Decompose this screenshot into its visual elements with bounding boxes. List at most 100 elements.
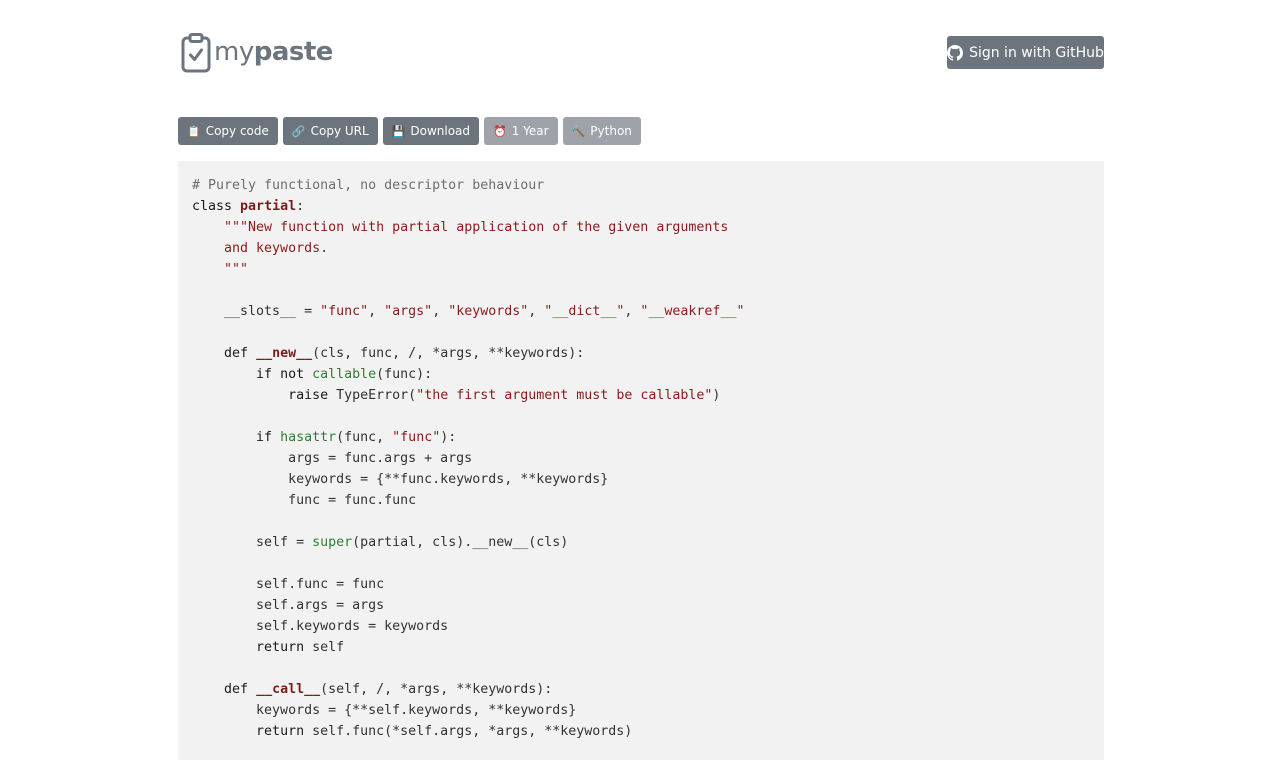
code-line: keywords = {**func.keywords, **keywords} (192, 469, 1090, 490)
code-line: self.func = func (192, 574, 1090, 595)
code-token: self.func(*self.args, *args, **keywords) (312, 724, 633, 739)
code-token: """ (192, 262, 249, 277)
code-token: def (224, 346, 257, 361)
code-token: if (256, 430, 281, 445)
code-line: __slots__ = "func", "args", "keywords", … (192, 301, 1090, 322)
download-label: Download (410, 124, 471, 138)
code-token: (func, (336, 430, 393, 445)
github-icon (947, 44, 964, 61)
code-token: class (192, 199, 241, 214)
code-token: : (296, 199, 305, 214)
code-line: # Purely functional, no descriptor behav… (192, 175, 1090, 196)
code-token: TypeError( (336, 388, 417, 403)
copy-url-button[interactable]: 🔗 Copy URL (282, 117, 378, 145)
code-token: "__weakref__" (640, 304, 745, 319)
code-line: args = func.args + args (192, 448, 1090, 469)
code-token: , (624, 304, 641, 319)
code-token: hasattr (280, 430, 337, 445)
code-token: self = (192, 535, 313, 550)
code-line: self.keywords = keywords (192, 616, 1090, 637)
code-token: self.func = func (192, 577, 385, 592)
code-line: """ (192, 259, 1090, 280)
code-line: return self.func(*self.args, *args, **ke… (192, 721, 1090, 742)
sign-in-github-button[interactable]: Sign in with GitHub (947, 36, 1104, 69)
expiry-button[interactable]: ⏰ 1 Year (484, 117, 558, 145)
floppy-disk-icon: 💾 (391, 124, 406, 138)
alarm-clock-icon: ⏰ (493, 124, 507, 138)
copy-code-button[interactable]: 📋 Copy code (178, 117, 278, 145)
code-token: "keywords" (448, 304, 529, 319)
code-token: "__dict__" (544, 304, 625, 319)
logo[interactable]: mypaste (181, 32, 333, 74)
code-token: __slots__ = (192, 304, 321, 319)
sign-in-github-label: Sign in with GitHub (969, 44, 1104, 61)
code-token: "func" (392, 430, 441, 445)
code-line: class partial: (192, 196, 1090, 217)
code-token: , (528, 304, 545, 319)
link-icon: 🔗 (291, 124, 306, 138)
code-token: (func): (376, 367, 433, 382)
code-token: self (312, 640, 345, 655)
expiry-label: 1 Year (511, 124, 549, 138)
language-label: Python (590, 124, 632, 138)
code-line: self.args = args (192, 595, 1090, 616)
code-token: and keywords. (192, 241, 329, 256)
code-viewer[interactable]: # Purely functional, no descriptor behav… (178, 161, 1104, 760)
code-line: def __call__(self, /, *args, **keywords)… (192, 679, 1090, 700)
code-line: self = super(partial, cls).__new__(cls) (192, 532, 1090, 553)
code-token: __new__ (256, 346, 313, 361)
copy-code-label: Copy code (205, 124, 269, 138)
code-token: (self, /, *args, **keywords): (320, 682, 553, 697)
clipboard-icon: 📋 (187, 124, 201, 138)
code-token: keywords = {**func.keywords, **keywords} (192, 472, 609, 487)
code-line: and keywords. (192, 238, 1090, 259)
code-token: # Purely functional, no descriptor behav… (192, 178, 545, 193)
hammer-icon: 🔨 (571, 124, 586, 138)
code-token: "func" (320, 304, 369, 319)
code-token: callable (312, 367, 377, 382)
code-line: return self (192, 637, 1090, 658)
code-token: def (224, 682, 257, 697)
header: mypaste Sign in with GitHub (178, 30, 1104, 78)
code-token: "args" (384, 304, 433, 319)
code-token: return (256, 724, 313, 739)
code-token: "the first argument must be callable" (416, 388, 713, 403)
code-token: ) (712, 388, 721, 403)
page: mypaste Sign in with GitHub 📋 Copy code … (0, 0, 1270, 760)
clipboard-check-icon (181, 33, 211, 73)
code-token: if not (256, 367, 313, 382)
code-token: func = func.func (192, 493, 417, 508)
code-line: """New function with partial application… (192, 217, 1090, 238)
code-token: , (368, 304, 385, 319)
copy-url-label: Copy URL (310, 124, 369, 138)
logo-text: mypaste (214, 39, 333, 65)
code-token: self.keywords = keywords (192, 619, 449, 634)
logo-suffix: paste (253, 36, 334, 67)
code-line: keywords = {**self.keywords, **keywords} (192, 700, 1090, 721)
code-token: self.args = args (192, 598, 385, 613)
code-line: def __new__(cls, func, /, *args, **keywo… (192, 343, 1090, 364)
code-token: super (312, 535, 353, 550)
language-button[interactable]: 🔨 Python (562, 117, 641, 145)
code-block[interactable]: # Purely functional, no descriptor behav… (192, 175, 1090, 742)
download-button[interactable]: 💾 Download (382, 117, 480, 145)
code-line: func = func.func (192, 490, 1090, 511)
code-token: partial (240, 199, 297, 214)
code-line: if hasattr(func, "func"): (192, 427, 1090, 448)
toolbar: 📋 Copy code 🔗 Copy URL 💾 Download ⏰ 1 Ye… (178, 117, 646, 145)
code-token: , (432, 304, 449, 319)
code-token: """New function with partial application… (224, 220, 729, 235)
code-line: if not callable(func): (192, 364, 1090, 385)
